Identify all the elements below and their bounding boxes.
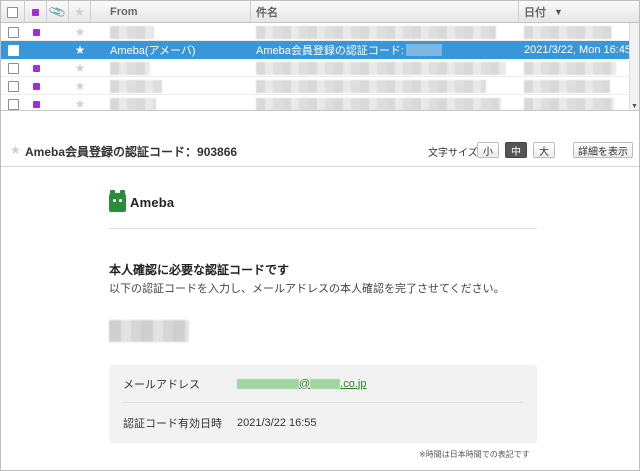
timezone-footnote: ※時間は日本時間での表記です <box>419 450 530 459</box>
redacted-subject <box>256 97 501 110</box>
row-checkbox[interactable] <box>7 26 19 38</box>
redacted-date <box>524 25 612 39</box>
message-body: Ameba 本人確認に必要な認証コードです 以下の認証コードを入力し、メールアド… <box>1 168 639 470</box>
email-address-link[interactable]: @ .co.jp <box>237 378 366 390</box>
expiry-label: 認証コード有効日時 <box>123 418 222 430</box>
email-at: @ <box>299 377 311 390</box>
redacted-sender <box>110 61 150 75</box>
email-instruction: 以下の認証コードを入力し、メールアドレスの本人確認を完了させてください。 <box>109 283 505 295</box>
star-icon[interactable]: ★ <box>75 80 86 92</box>
star-icon[interactable]: ★ <box>75 62 86 74</box>
redacted-subject <box>256 61 506 75</box>
font-size-large-button[interactable]: 大 <box>533 142 555 158</box>
sort-descending-icon: ▼ <box>554 7 563 17</box>
redacted-date <box>524 61 616 75</box>
from-column-header[interactable]: From <box>91 1 251 23</box>
date-column-header[interactable]: 日付 ▼ <box>519 1 629 23</box>
scroll-down-icon[interactable]: ▼ <box>631 103 638 110</box>
star-icon[interactable]: ★ <box>10 143 21 157</box>
expiry-value: 2021/3/22 16:55 <box>237 417 317 429</box>
font-size-medium-button[interactable]: 中 <box>505 142 527 158</box>
redacted-date <box>524 97 614 110</box>
redacted-email-user <box>237 378 299 389</box>
email-row: メールアドレス @ .co.jp <box>123 365 523 403</box>
label-icon <box>32 100 40 108</box>
label-column-header[interactable] <box>25 1 47 23</box>
message-row-selected[interactable]: ★ Ameba(アメーバ) Ameba会員登録の認証コード: 2021/3/22… <box>1 41 632 59</box>
email-headline: 本人確認に必要な認証コードです <box>109 263 290 277</box>
row-date: 2021/3/22, Mon 16:45 <box>524 44 632 56</box>
ameba-logo: Ameba <box>109 190 175 212</box>
date-header-label: 日付 <box>524 7 546 19</box>
email-label: メールアドレス <box>123 378 200 391</box>
info-box: メールアドレス @ .co.jp 認証コード有効日時 2021/3/22 16:… <box>109 365 537 443</box>
row-subject: Ameba会員登録の認証コード: <box>256 45 404 57</box>
paperclip-icon: 📎 <box>47 2 68 22</box>
row-sender: Ameba(アメーバ) <box>110 45 196 57</box>
font-size-small-button[interactable]: 小 <box>477 142 499 158</box>
select-all-checkbox[interactable] <box>7 6 18 18</box>
email-domain-suffix: .co.jp <box>340 377 367 390</box>
redacted-email-domain <box>310 378 341 389</box>
logo-text: Ameba <box>130 195 175 210</box>
subject-column-header[interactable]: 件名 <box>251 1 519 23</box>
list-header: 📎 ★ From 件名 日付 ▼ <box>1 1 639 23</box>
message-row[interactable]: ★ <box>1 23 629 41</box>
ameba-logo-icon <box>109 190 126 212</box>
label-icon <box>32 64 40 72</box>
row-checkbox[interactable] <box>7 62 19 74</box>
row-checkbox[interactable] <box>7 80 19 92</box>
message-title: Ameba会員登録の認証コード：903866 <box>25 145 238 159</box>
redacted-subject <box>256 79 486 93</box>
redacted-date <box>524 79 610 93</box>
show-details-button[interactable]: 詳細を表示 <box>573 142 633 158</box>
star-icon[interactable]: ★ <box>75 26 86 38</box>
message-list: 📎 ★ From 件名 日付 ▼ ★ ★ Ameba(アメーバ) Ameba会員… <box>1 1 639 111</box>
redacted-sender <box>110 97 156 110</box>
subject-header-label: 件名 <box>256 7 278 19</box>
expiry-row: 認証コード有効日時 2021/3/22 16:55 <box>123 404 523 442</box>
label-icon <box>32 82 40 90</box>
star-icon: ★ <box>74 5 85 19</box>
list-scrollbar[interactable]: ▼ <box>629 23 639 110</box>
message-row[interactable]: ★ <box>1 95 629 110</box>
star-column-header[interactable]: ★ <box>69 1 91 23</box>
redacted-sender <box>110 25 154 39</box>
star-icon[interactable]: ★ <box>75 98 86 110</box>
label-icon <box>32 28 40 36</box>
from-header-label: From <box>110 6 138 18</box>
attachment-column-header[interactable]: 📎 <box>47 1 69 23</box>
redacted-subject <box>256 25 496 39</box>
preview-header: ★ Ameba会員登録の認証コード：903866 文字サイズ: 小 中 大 詳細… <box>1 133 639 167</box>
redacted-sender <box>110 79 162 93</box>
row-checkbox[interactable] <box>7 98 19 110</box>
divider <box>109 228 537 229</box>
label-icon <box>32 8 39 16</box>
redacted-code <box>405 44 442 56</box>
redacted-verification-code <box>109 320 189 342</box>
font-size-label: 文字サイズ: <box>428 148 481 159</box>
message-row[interactable]: ★ <box>1 77 629 95</box>
select-all-cell[interactable] <box>1 1 25 23</box>
message-row[interactable]: ★ <box>1 59 629 77</box>
row-checkbox[interactable] <box>7 44 19 56</box>
star-icon[interactable]: ★ <box>75 44 86 56</box>
